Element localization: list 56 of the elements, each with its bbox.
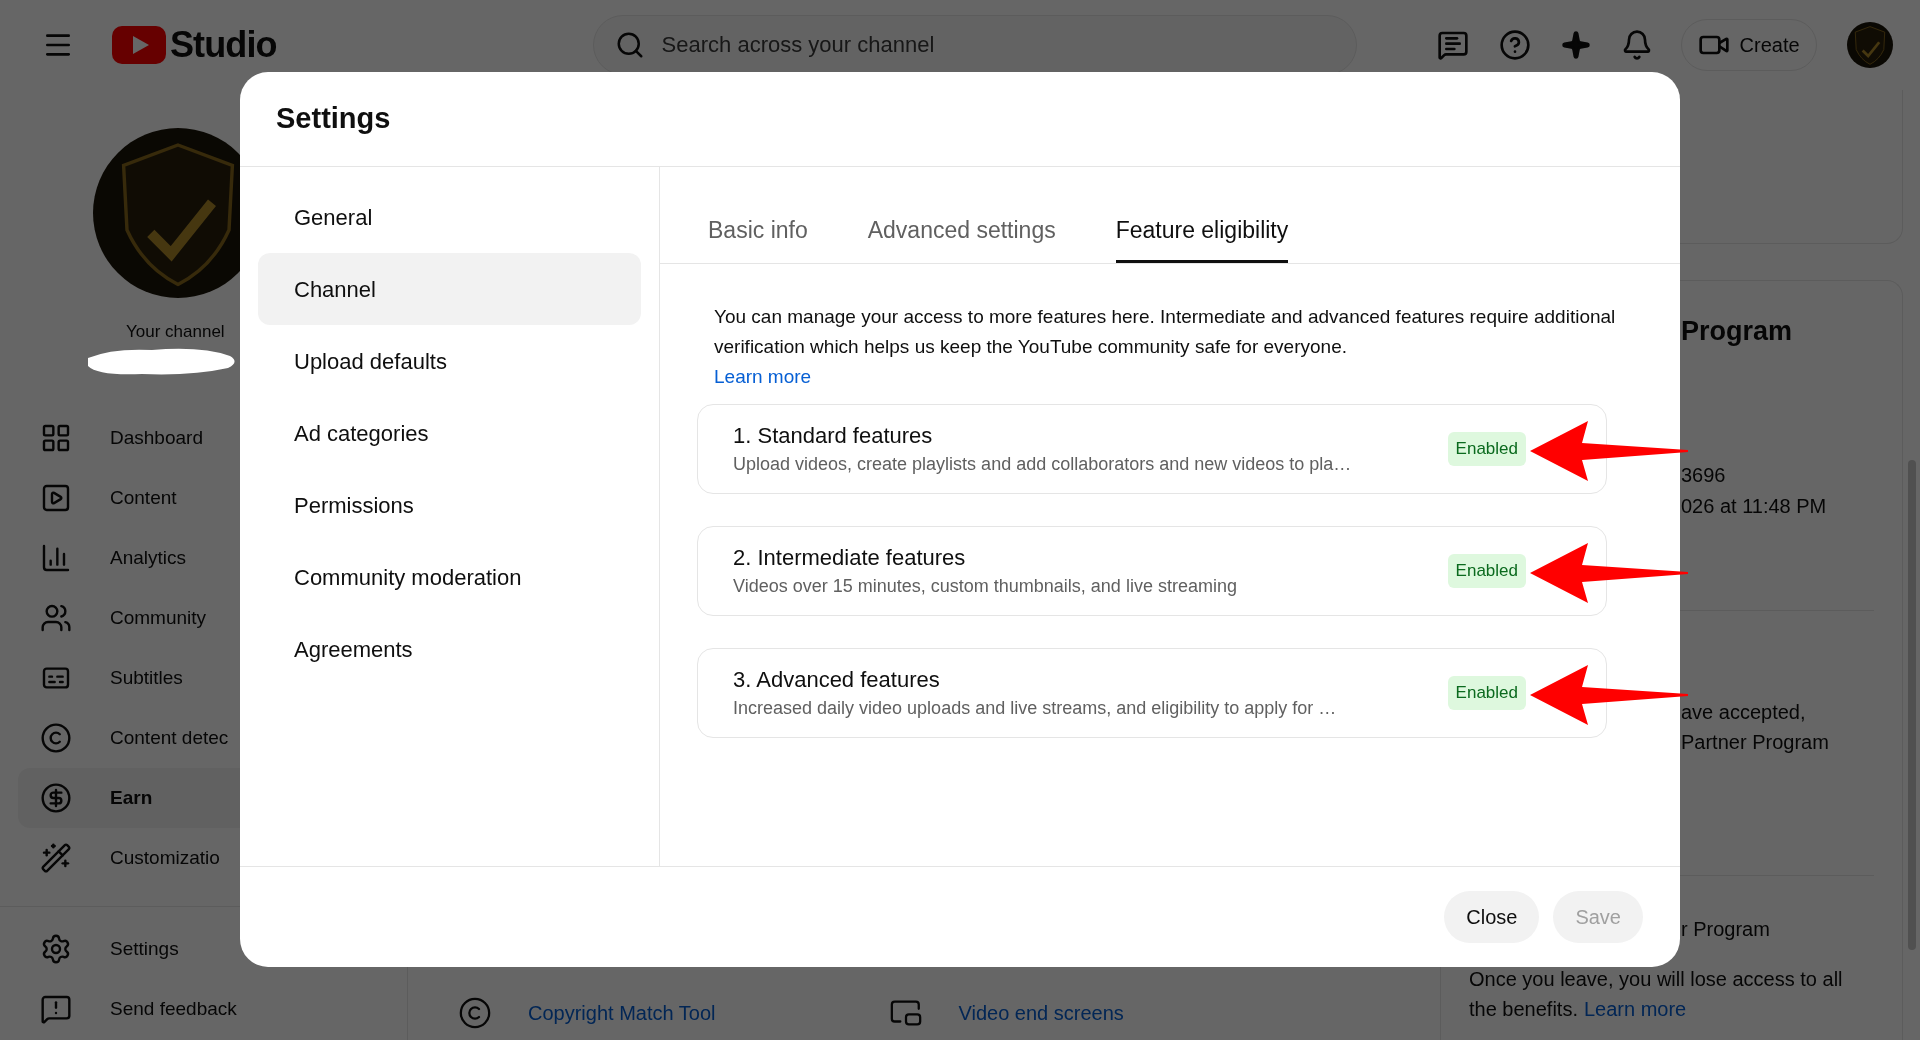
learn-more-link[interactable]: Learn more — [714, 362, 812, 392]
settings-nav-item[interactable]: Community moderation — [258, 541, 641, 613]
copyright-icon — [458, 996, 492, 1030]
search-field[interactable]: Search across your channel — [592, 15, 1357, 75]
settings-nav-item[interactable]: Agreements — [258, 613, 641, 685]
panel-heading: Program — [1681, 315, 1794, 348]
feature-description: Videos over 15 minutes, custom thumbnails, and live streaming — [733, 575, 1237, 598]
avatar — [1846, 22, 1893, 68]
panel-text: Partner Program — [1681, 729, 1830, 755]
settings-nav-item[interactable]: General — [258, 181, 641, 253]
settings-nav-item[interactable]: Ad categories — [258, 397, 641, 469]
feature-title: 2. Intermediate features — [733, 544, 967, 572]
sparkle-icon[interactable] — [1560, 30, 1591, 60]
sidebar-item[interactable]: Settings — [18, 919, 389, 979]
dollar-icon — [40, 782, 72, 814]
tab[interactable]: Basic info — [708, 200, 808, 263]
feature-description: Upload videos, create playlists and add collaborators and new videos to pla… — [733, 453, 1352, 476]
intro-text: You can manage your access to more features here. Intermediate and advanced features require additional verification which helps us keep the YouTube community safe for everyone. — [713, 305, 1617, 359]
sidebar-item[interactable]: Customizatio — [18, 828, 389, 888]
app-name: Studio — [170, 27, 277, 63]
panel-text: the benefits. — [1469, 996, 1578, 1022]
settings-icon — [40, 933, 72, 965]
bar-chart-icon — [40, 542, 72, 574]
sidebar-item[interactable]: Send feedback — [18, 979, 389, 1039]
feedback-icon — [40, 993, 72, 1025]
channel-label: Your channel — [126, 322, 226, 342]
panel-subheading: r Program — [1681, 916, 1771, 942]
settings-nav-item[interactable]: Permissions — [258, 469, 641, 541]
settings-nav-item[interactable]: Upload defaults — [258, 325, 641, 397]
people-icon — [40, 602, 72, 634]
help-icon[interactable] — [1498, 29, 1531, 61]
status-badge: Enabled — [1447, 432, 1526, 466]
learn-more-link[interactable]: Learn more — [1583, 993, 1687, 1024]
dashboard-icon — [40, 422, 72, 454]
status-badge: Enabled — [1447, 554, 1526, 588]
settings-nav-item[interactable]: Channel — [258, 253, 641, 325]
close-button[interactable]: Close — [1444, 891, 1540, 943]
panel-text: 026 at 11:48 PM — [1681, 493, 1828, 519]
feature-link[interactable]: Copyright Match Tool — [528, 998, 716, 1028]
tab[interactable]: Feature eligibility — [1115, 200, 1289, 263]
feature-link[interactable]: Video end screens — [958, 998, 1124, 1028]
feature-title: 3. Advanced features — [733, 666, 941, 694]
feature-description: Increased daily video uploads and live streams, and eligibility to apply for … — [733, 697, 1337, 720]
panel-text: Once you leave, you will lose access to all — [1469, 966, 1844, 992]
dialog-title: Settings — [276, 101, 391, 137]
feedback-chat-icon[interactable] — [1436, 29, 1469, 61]
sidebar-item[interactable]: Content detec — [18, 708, 389, 768]
magic-wand-icon — [40, 842, 72, 874]
tab[interactable]: Advanced settings — [867, 200, 1056, 263]
copyright-icon — [40, 722, 72, 754]
panel-text: ave accepted, — [1681, 699, 1807, 725]
logo-icon[interactable] — [112, 26, 166, 64]
panel-text: 3696 — [1681, 462, 1727, 488]
feature-title: 1. Standard features — [733, 422, 934, 450]
video-stack-icon — [40, 482, 72, 514]
status-badge: Enabled — [1447, 676, 1526, 710]
